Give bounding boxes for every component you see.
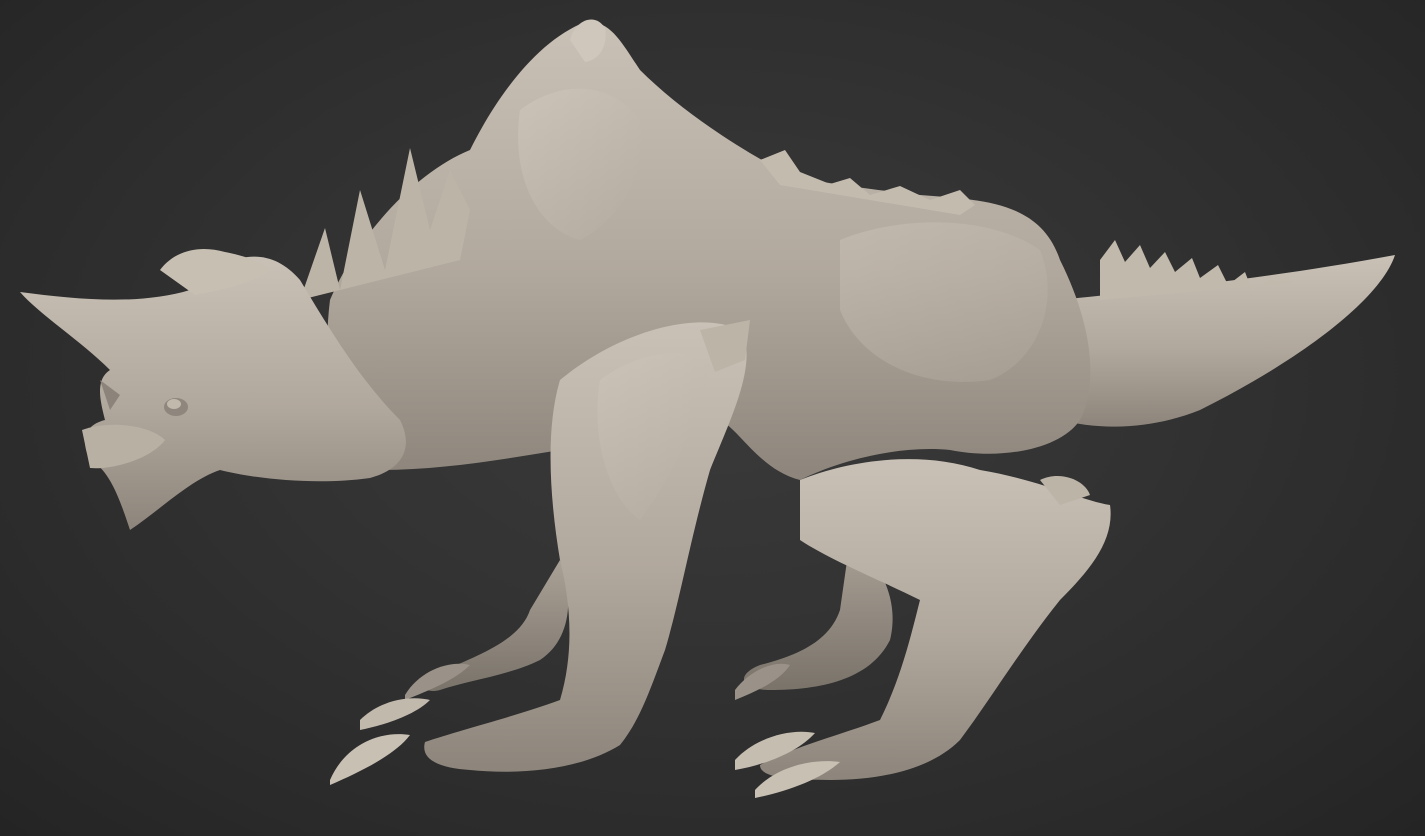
- 3d-viewport[interactable]: [0, 0, 1425, 836]
- far-front-leg: [405, 560, 569, 700]
- creature-sculpt-render[interactable]: [0, 0, 1425, 836]
- near-back-leg: [735, 459, 1111, 798]
